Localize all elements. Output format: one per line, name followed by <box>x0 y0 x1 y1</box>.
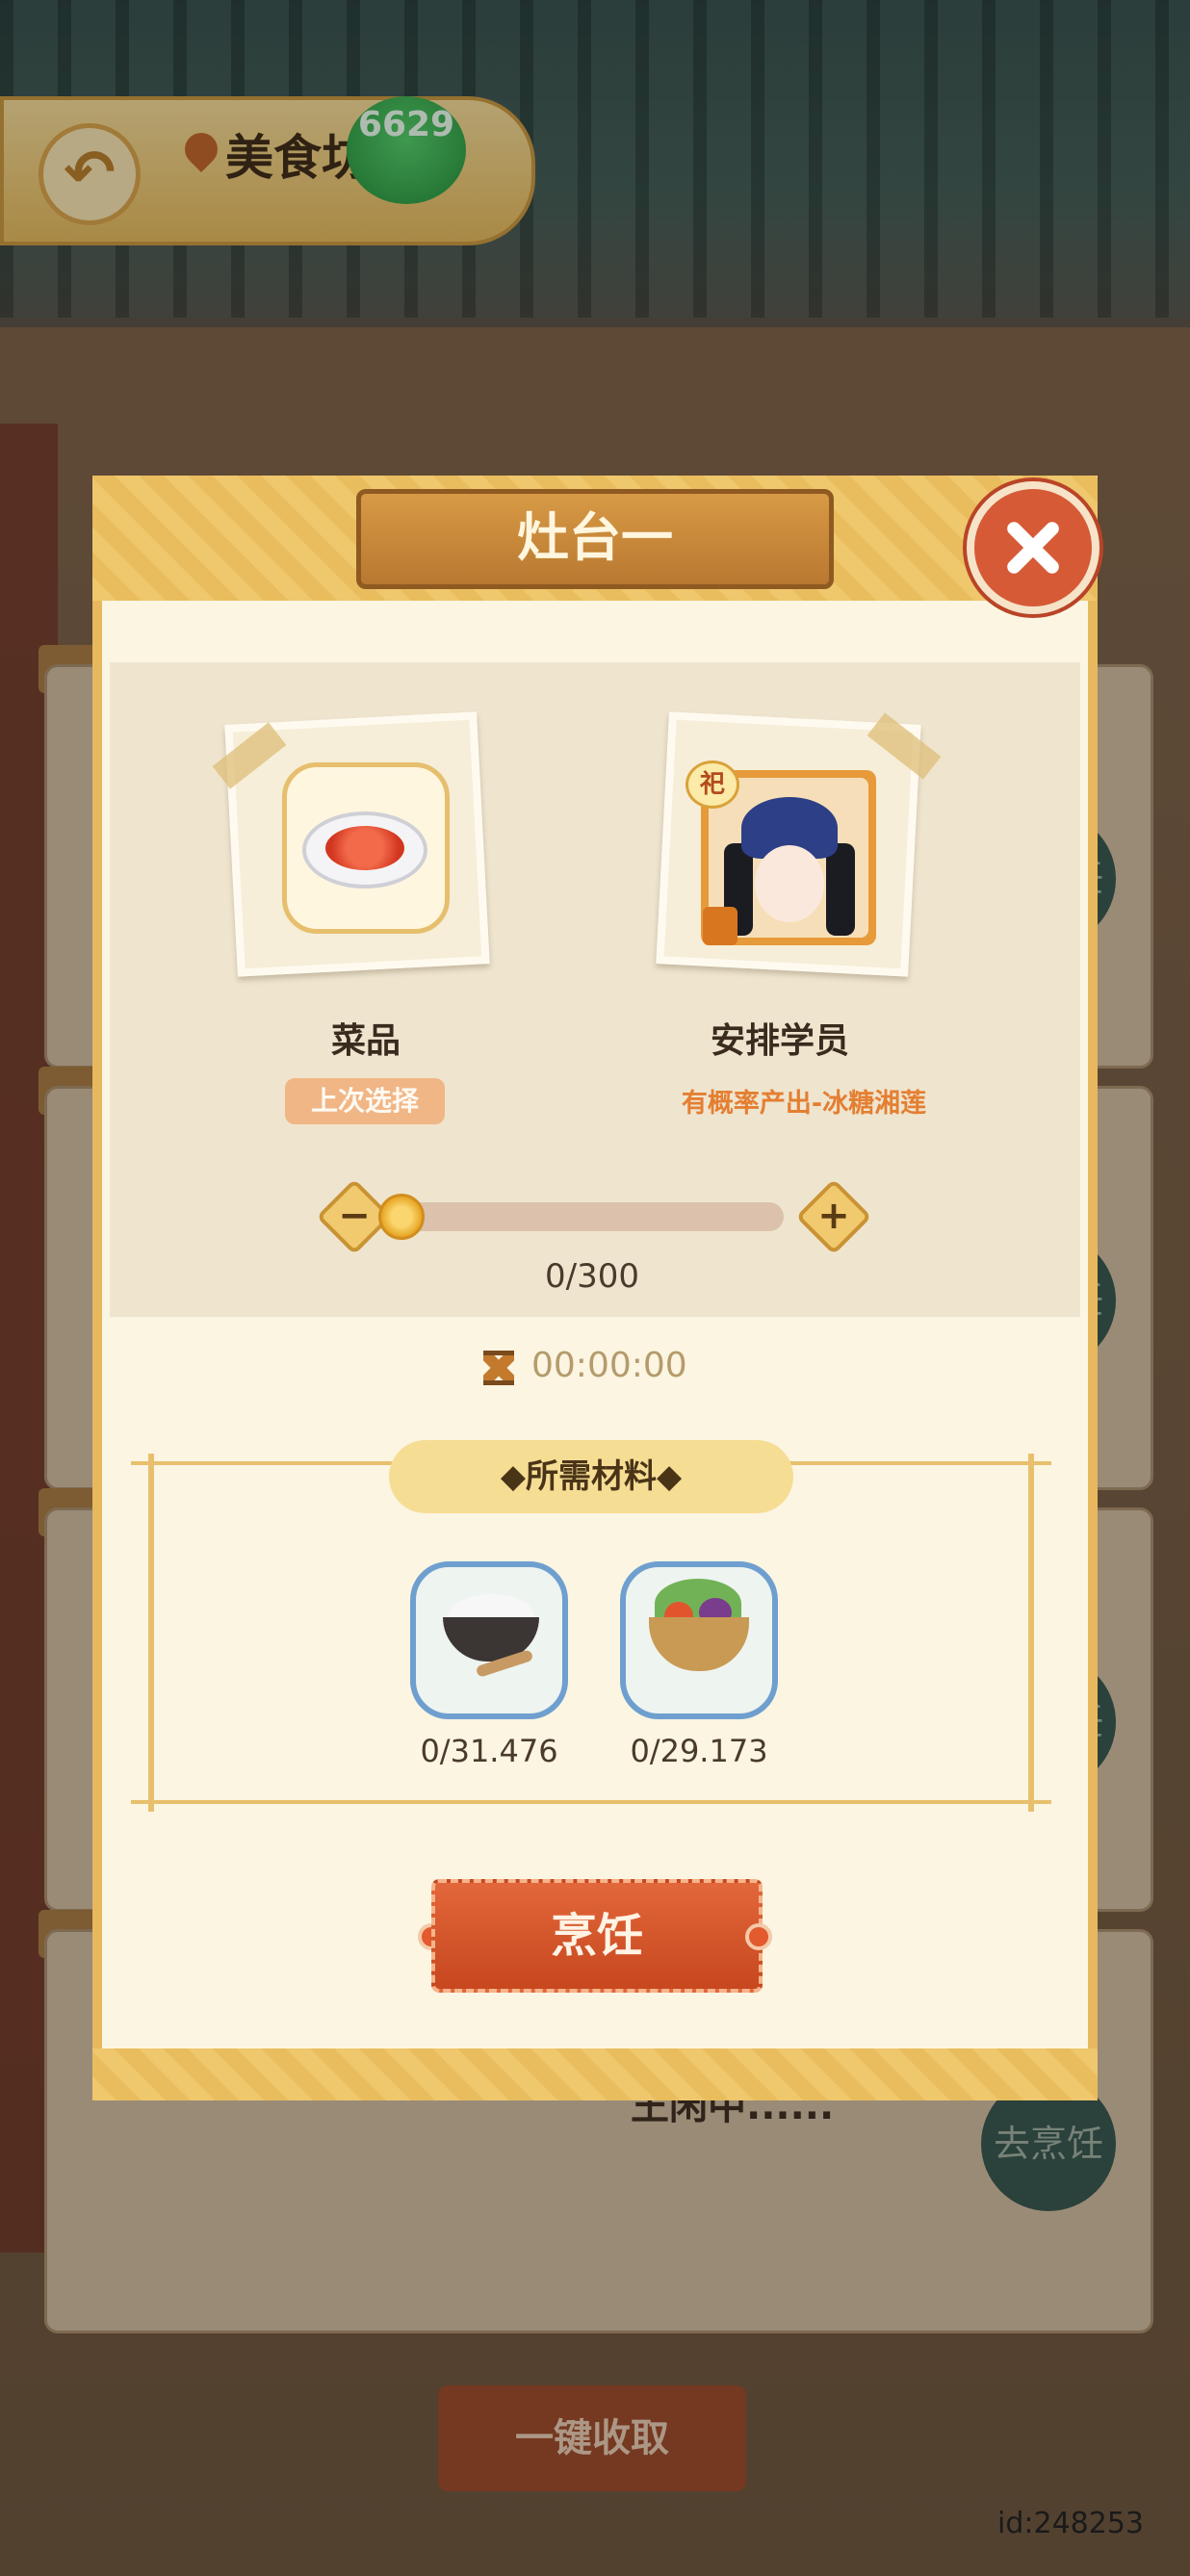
student-label: 安排学员 <box>710 1021 849 1061</box>
last-choice-button[interactable]: 上次选择 <box>285 1078 445 1124</box>
student-face <box>755 845 824 922</box>
material-count: 0/31.476 <box>420 1733 558 1769</box>
probability-text: 有概率产出-冰糖湘莲 <box>681 1089 927 1119</box>
player-id: id:248253 <box>997 2507 1145 2540</box>
modal-title: 灶台一 <box>356 489 834 589</box>
modal-footer-band <box>92 2048 1098 2100</box>
quantity-slider-track[interactable] <box>391 1202 784 1231</box>
hourglass-icon <box>483 1351 514 1385</box>
student-hair <box>826 843 855 936</box>
close-button[interactable] <box>967 481 1099 614</box>
quantity-slider-handle[interactable] <box>378 1194 425 1240</box>
material-count: 0/29.173 <box>630 1733 768 1769</box>
minus-icon: − <box>338 1194 371 1238</box>
student-badge: 祀 <box>686 760 739 809</box>
materials-frame-left <box>148 1454 154 1812</box>
cook-button-ornament <box>745 1923 772 1950</box>
plus-icon: + <box>817 1194 850 1238</box>
dish-food-icon <box>325 826 404 870</box>
materials-header: ◆所需材料◆ <box>389 1440 793 1513</box>
materials-frame-right <box>1028 1454 1034 1812</box>
cook-button[interactable]: 烹饪 <box>431 1879 763 1993</box>
quantity-counter: 0/300 <box>545 1257 639 1296</box>
student-rank-icon <box>703 907 737 945</box>
dish-label: 菜品 <box>330 1021 401 1061</box>
cook-timer: 00:00:00 <box>531 1346 687 1385</box>
